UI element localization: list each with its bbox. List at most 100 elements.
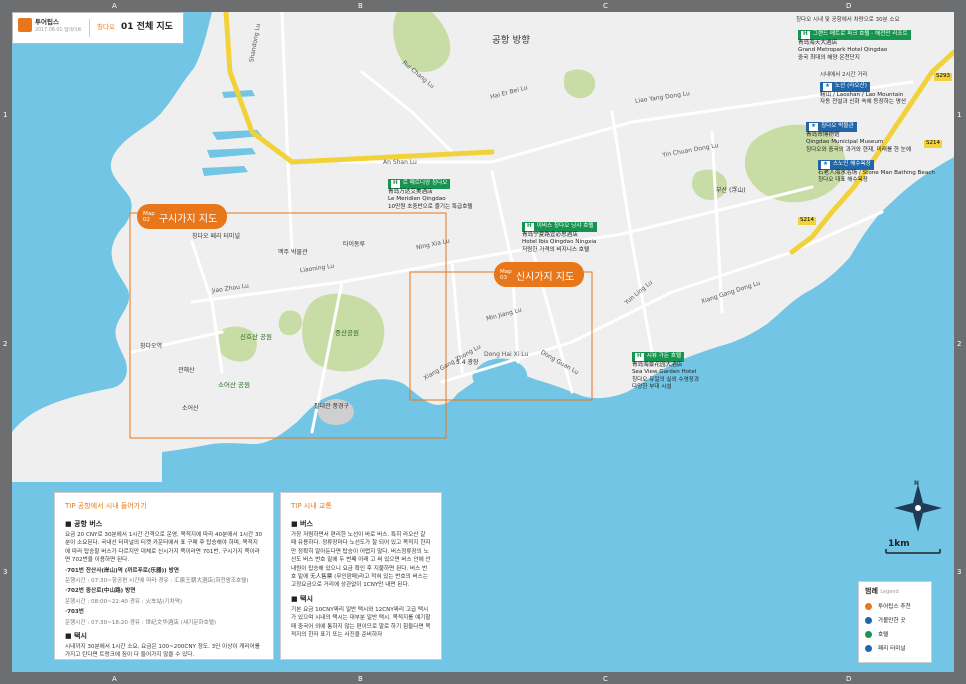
brand-logo — [18, 18, 32, 32]
hotel-note: 중국 최대의 해양 온천단지 — [798, 54, 860, 61]
place-zhongshan-park: 중산공원 — [335, 329, 359, 337]
grid-col-a-bottom: A — [112, 675, 117, 683]
hotel-tag: H 시뷰 가든 호텔 — [632, 352, 685, 362]
hotel-icon: H — [635, 353, 644, 361]
old-town-map-number: Map 02 — [143, 210, 155, 223]
grid-col-b-bottom: B — [358, 675, 363, 683]
hotel-cn-name: 青岛海景花园大酒店 — [632, 361, 683, 368]
new-town-map-number: Map 03 — [500, 268, 512, 281]
airport-taxi-heading: ■ 택시 — [65, 631, 87, 640]
hotel-icon: H — [525, 223, 534, 231]
hotel-en-name: Sea View Garden Hotel — [632, 369, 697, 376]
grid-col-d-top: D — [846, 2, 852, 10]
ferry-icon — [865, 645, 872, 652]
brand-name: 투어팁스 — [35, 18, 59, 26]
road-label-anshan: An Shan Lu — [383, 159, 417, 166]
hotel-ibis[interactable]: H 이비스 칭다오 닝샤 호텔 青岛宁夏路宜必思酒店 Hotel Ibis Qin… — [522, 222, 597, 254]
grid-row-1-right: 1 — [957, 111, 962, 119]
hotel-en-name: Le Meridien Qingdao — [388, 196, 446, 203]
bus-701-heading: ·701번 잔산사(岸山)역 (까르푸로(乐器)) 방면 — [65, 567, 179, 574]
hotel-icon — [865, 631, 872, 638]
transport-taxi-text: 기본 요금 10CNY짜리 일반 택시와 12CNY짜리 고급 택시가 있으며 … — [291, 606, 431, 638]
sight-note: 자동 전설과 신화 속에 등장하는 명산 — [820, 99, 907, 106]
hotel-en-name: Grand Metropark Hotel Qingdao — [798, 47, 888, 54]
hotel-le-meridien[interactable]: H르 메르디앙 칭다오 青岛万达艾美酒店 Le Meridien Qingdao… — [388, 179, 473, 211]
hotel-note: 칭다오 유일의 실외 수영장과 다양한 부대 시설 — [632, 376, 700, 391]
place-xiaoyu: 소어산 — [182, 405, 199, 412]
airport-taxi-text: 시내까지 30분에서 1시간 소요, 요금은 100~200CNY 정도. 3인… — [65, 643, 260, 659]
grid-row-2-right: 2 — [957, 340, 962, 348]
map-header: 투어팁스 2017.08.01 업데이트 칭다오 01 전체 지도 — [12, 12, 184, 44]
bus-703-detail: 운행시간 : 07:30~18:20 경유 : 世纪文华酒店 (세기문화호텔) — [65, 619, 217, 626]
update-date: 2017.08.01 업데이트 — [35, 28, 82, 33]
hotel-sea-view[interactable]: H 시뷰 가든 호텔 青岛海景花园大酒店 Sea View Garden Hote… — [632, 352, 699, 392]
place-xinhao-park: 신호산 공원 — [240, 333, 272, 341]
road-number-s214a: S214 — [924, 140, 942, 148]
sight-note: 칭다오 대표 해수욕장 — [818, 177, 868, 184]
transport-bus-heading: ■ 버스 — [291, 520, 313, 528]
hotel-cn-name: 青岛万达艾美酒店 — [388, 188, 433, 195]
header-divider — [89, 19, 90, 37]
hotel-note: 저렴한 가격의 비지니스 호텔 — [522, 246, 590, 253]
bus-702-detail: 운행시간 : 08:00~22:40 경유 : 火车站(기차역) — [65, 598, 183, 605]
grid-row-2-left: 2 — [3, 340, 8, 348]
hotel-tag: H르 메르디앙 칭다오 — [388, 179, 451, 189]
place-guanhai: 관해산 — [178, 367, 195, 374]
star-icon: ★ — [821, 161, 831, 169]
legend-item-sight: 가볼만한 곳 — [865, 616, 925, 624]
transport-bus-text: 가장 저렴하면서 편리한 노선이 바로 버스. 특히 라오산 갈 때 유용하다.… — [291, 532, 431, 589]
sight-en-name: 石老人海水浴场 / Stone Man Bathing Beach — [818, 169, 935, 176]
airport-bus-text: 요금 20 CNY로 30분에서 1시간 간격으로 운영, 목적지에 따라 40… — [65, 532, 263, 564]
place-station: 칭다오역 — [140, 343, 163, 350]
hotel-note: 10만원 초중반으로 즐기는 특급호텔 — [388, 203, 473, 210]
sight-en-name: Qingdao Municipal Museum — [806, 139, 884, 146]
city-transport-panel: TIP 시내 교통 ■ 버스 가장 저렴하면서 편리한 노선이 바로 버스. 특… — [280, 492, 442, 660]
road-number-s293: S293 — [934, 73, 952, 81]
place-beer-museum[interactable]: 맥주 박물관 — [278, 250, 308, 256]
hotel-tag: H 그랜드 메트로 파크 호텔 - 해천만 리조트 — [798, 30, 911, 40]
bus-703-heading: ·703번 — [65, 609, 84, 616]
annotation-airport-drive: 칭다오 시내 및 공항에서 차량으로 30분 소요 — [796, 17, 900, 23]
scale-label: 1km — [888, 539, 910, 549]
map-page: A B C D A B C D 1 2 3 1 2 3 투어팁스 2017.08… — [0, 0, 966, 684]
road-label-donghai: Dong Hai Xi Lu — [484, 351, 529, 358]
sight-stone-man-beach[interactable]: ★ 스노인 해수욕장 石老人海水浴场 / Stone Man Bathing Be… — [818, 160, 935, 185]
airport-tip-panel: TIP 공항에서 시내 들어가기 ■ 공항 버스 요금 20 CNY로 30분에… — [54, 492, 274, 660]
new-town-map-label: 신시가지 지도 — [515, 272, 575, 283]
airport-bus-heading: ■ 공항 버스 — [65, 520, 103, 528]
sight-tag: ★ 스노인 해수욕장 — [818, 160, 874, 170]
legend-item-ferry: 페리 터미널 — [865, 644, 925, 652]
new-town-map-badge[interactable]: Map 03 신시가지 지도 — [494, 262, 585, 287]
legend-item-recommended: 투어팁스 추천 — [865, 602, 925, 610]
star-icon: ★ — [809, 123, 819, 131]
grid-col-d-bottom: D — [846, 675, 852, 683]
place-wusi[interactable]: 5.4 광장 — [456, 360, 479, 366]
hotel-icon: H — [391, 180, 400, 188]
hotel-en-name: Hotel Ibis Qingdao Ningxia — [522, 239, 597, 246]
old-town-map-label: 구시가지 지도 — [158, 214, 218, 225]
grid-col-c-top: C — [603, 2, 608, 10]
page-title: 01 전체 지도 — [121, 22, 173, 32]
hotel-cn-name: 青岛宁夏路宜必思酒店 — [522, 231, 578, 238]
place-badaguan[interactable]: 팔대관 풍경구 — [314, 404, 349, 410]
grid-row-1-left: 1 — [3, 111, 8, 119]
sight-cn-name: 崂山 — [820, 91, 832, 98]
sight-en-name: Laoshan / Lao Mountain — [836, 91, 904, 98]
grid-row-3-left: 3 — [3, 568, 8, 576]
sight-cn-name: 青岛市博物馆 — [806, 131, 840, 138]
sight-museum[interactable]: ★ 칭다오 박물관 青岛市博物馆 Qingdao Municipal Museum… — [806, 122, 911, 154]
road-number-s214b: S214 — [798, 217, 816, 225]
sight-laoshan[interactable]: ★ 노산 (라오산) 崂山 / Laoshan / Lao Mountain 자동… — [820, 82, 906, 107]
recommend-icon — [865, 603, 872, 610]
hotel-grand-metropark[interactable]: H 그랜드 메트로 파크 호텔 - 해천만 리조트 青岛海天大酒店 Grand M… — [798, 30, 911, 62]
hotel-icon: H — [801, 31, 810, 39]
place-ferry-terminal[interactable]: 칭다오 페리 터미널 — [192, 234, 240, 240]
place-fushan: 부산 (浮山) — [716, 187, 746, 194]
legend-item-hotel: 호텔 — [865, 630, 925, 638]
star-icon: ★ — [823, 83, 833, 91]
old-town-map-badge[interactable]: Map 02 구시가지 지도 — [137, 204, 228, 229]
transport-tip-title: TIP 시내 교통 — [291, 502, 332, 510]
park-small-1 — [564, 69, 596, 99]
hotel-cn-name: 青岛海天大酒店 — [798, 39, 838, 46]
legend-title: 범례 Legend — [865, 587, 899, 595]
